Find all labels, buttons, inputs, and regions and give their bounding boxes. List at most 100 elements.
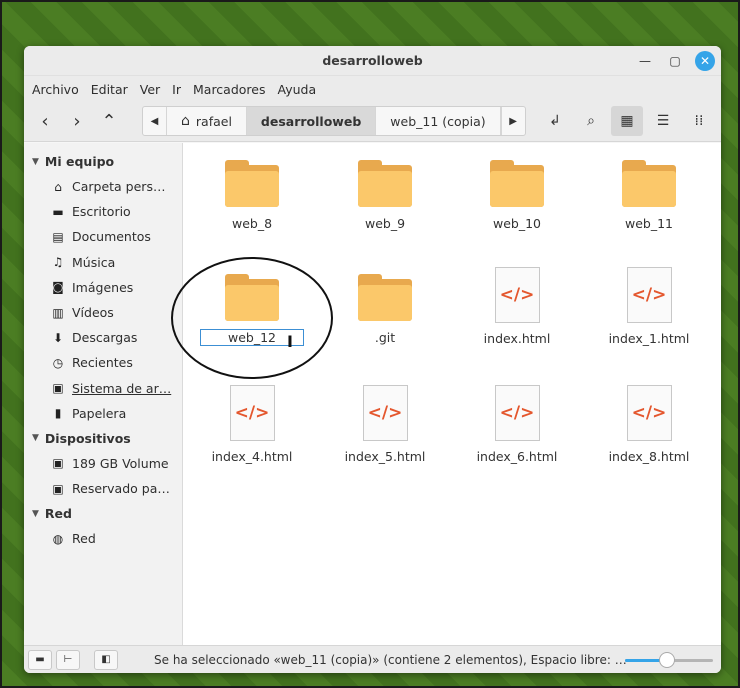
sidebar-item-label: Música [72,254,116,270]
home-icon: ⌂ [181,113,190,129]
sidebar-item[interactable]: ▣ Reservado pa… [24,476,182,501]
folder-icon [225,274,279,322]
title-bar: desarrolloweb — ▢ ✕ [24,46,721,76]
sidebar: ▼ Mi equipo ⌂ Carpeta pers… ▬ Escritorio ▤ Docu… [24,143,183,645]
text-cursor-icon: I [287,332,293,351]
desktop-background: desarrolloweb — ▢ ✕ Archivo Editar Ver I… [0,0,740,688]
file-name: index_8.html [608,449,690,464]
tree-toggle-icon[interactable]: ⊢ [56,649,80,670]
home-icon: ⌂ [54,179,62,194]
sidebar-item[interactable]: ▮ Papelera [24,401,182,426]
menu-editar[interactable]: Editar [87,82,136,97]
html-file-icon: </> [229,385,275,441]
crumb-web-11-copia[interactable]: web_11 (copia) [376,107,501,135]
status-text: Se ha seleccionado «web_11 (copia)» (con… [154,652,627,667]
crumb-label: rafael [195,113,232,129]
videos-icon: ▥ [52,305,64,320]
places-toggle-icon[interactable]: ▬ [28,649,52,670]
folder-item[interactable]: web_9 [322,143,448,248]
html-file-icon: </> [626,267,672,323]
folder-item[interactable]: .git [322,257,448,362]
zoom-slider[interactable] [625,652,713,668]
sidebar-toggle-icon[interactable]: ◧ [94,649,118,670]
menu-archivo[interactable]: Archivo [28,82,87,97]
search-icon[interactable]: ⌕ [575,106,607,136]
sidebar-item[interactable]: ▤ Documentos [24,224,182,249]
file-item[interactable]: </> index_4.html [189,375,315,480]
window-title: desarrolloweb [322,53,423,68]
crumb-desarrolloweb[interactable]: desarrolloweb [246,107,377,135]
sidebar-item-label: Papelera [72,405,127,421]
html-file-icon: </> [626,385,672,441]
sidebar-item[interactable]: ◍ Red [24,526,182,551]
file-name: web_9 [364,216,406,231]
sidebar-item[interactable]: ◙ Imágenes [24,275,182,300]
sidebar-item[interactable]: ◷ Recientes [24,350,182,375]
file-name: web_8 [231,216,273,231]
file-item[interactable]: </> index_6.html [454,375,580,480]
maximize-icon[interactable]: ▢ [665,51,685,71]
sidebar-item-label: Imágenes [72,279,134,295]
close-icon[interactable]: ✕ [695,51,715,71]
file-name: index_6.html [476,449,558,464]
sidebar-item[interactable]: ⬇ Descargas [24,325,182,350]
sidebar-item[interactable]: ⌂ Carpeta pers… [24,174,182,199]
filesystem-icon: ▣ [52,381,64,396]
zoom-knob[interactable] [659,652,676,668]
breadcrumb-right-arrow-icon[interactable]: ▶ [500,107,525,135]
sidebar-section-header[interactable]: ▼ Dispositivos [24,426,182,451]
sidebar-section-title: Red [44,506,72,522]
folder-icon [358,274,412,322]
file-name: index.html [483,331,551,346]
menu-ayuda[interactable]: Ayuda [274,82,325,97]
trash-icon: ▮ [54,406,62,421]
menu-ir[interactable]: Ir [168,82,189,97]
back-icon[interactable]: ‹ [30,107,60,137]
collapse-triangle-icon[interactable]: ▼ [32,157,39,167]
collapse-triangle-icon[interactable]: ▼ [32,509,39,519]
file-item[interactable]: </> index_1.html [586,257,712,362]
file-item[interactable]: </> index_5.html [322,375,448,480]
up-icon[interactable]: ⌃ [94,107,124,137]
compact-view-icon[interactable]: ⁞⁞ [683,106,715,136]
sidebar-item-label: Red [72,531,96,547]
sidebar-item[interactable]: ▬ Escritorio [24,199,182,224]
network-icon: ◍ [52,531,64,546]
drive-icon: ▣ [52,481,64,496]
folder-item[interactable]: web_8 [189,143,315,248]
menu-marcadores[interactable]: Marcadores [189,82,274,97]
toggle-location-icon[interactable]: ↲ [539,106,571,136]
folder-item[interactable]: web_11 [586,143,712,248]
forward-icon[interactable]: › [62,107,92,137]
toolbar: ‹ › ⌃ ◀ ⌂ rafael desarrolloweb web_11 (c… [24,102,721,142]
music-icon: ♫ [52,255,64,270]
html-file-icon: </> [494,267,540,323]
sidebar-item[interactable]: ▥ Vídeos [24,300,182,325]
crumb-rafael[interactable]: ⌂ rafael [167,107,247,135]
file-item[interactable]: </> index.html [454,257,580,362]
folder-icon [490,160,544,208]
grid-view-icon[interactable]: ▦ [611,106,643,136]
file-name: .git [374,330,396,345]
sidebar-section-header[interactable]: ▼ Red [24,501,182,526]
menu-ver[interactable]: Ver [136,82,168,97]
sidebar-item-label: Escritorio [72,204,131,220]
file-name: index_4.html [211,449,293,464]
folder-icon [358,160,412,208]
folder-item[interactable]: web_10 [454,143,580,248]
sidebar-item-label: Reservado pa… [72,481,170,497]
sidebar-section-header[interactable]: ▼ Mi equipo [24,149,182,174]
status-bar: ▬ ⊢ ◧ Se ha seleccionado «web_11 (copia)… [24,645,721,673]
collapse-triangle-icon[interactable]: ▼ [32,433,39,443]
sidebar-item[interactable]: ▣ 189 GB Volume [24,451,182,476]
desktop-icon: ▬ [52,204,64,219]
breadcrumb-left-arrow-icon[interactable]: ◀ [143,107,167,135]
minimize-icon[interactable]: — [635,51,655,71]
sidebar-item-label: Recientes [72,355,133,371]
file-item[interactable]: </> index_8.html [586,375,712,480]
breadcrumb: ◀ ⌂ rafael desarrolloweb web_11 (copia) … [142,106,526,136]
list-view-icon[interactable]: ☰ [647,106,679,136]
folder-item[interactable]: web_12 I [189,257,315,362]
sidebar-item[interactable]: ♫ Música [24,250,182,275]
sidebar-item[interactable]: ▣ Sistema de ar… [24,376,182,401]
